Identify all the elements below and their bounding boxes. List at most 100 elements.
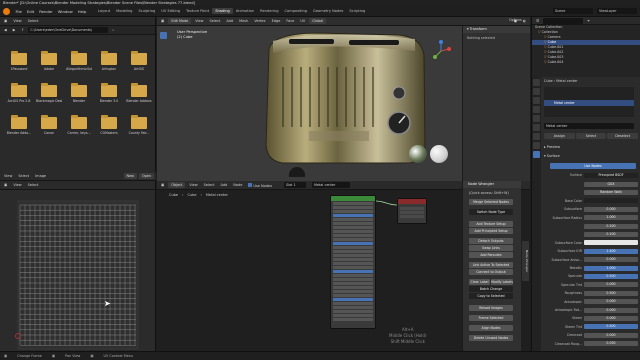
render-props-tab-icon[interactable] xyxy=(533,88,540,95)
tool-props-tab-icon[interactable] xyxy=(533,79,540,86)
grid-view-icon[interactable] xyxy=(437,90,444,97)
material-output-node[interactable] xyxy=(397,198,427,224)
node-socket-row[interactable] xyxy=(333,302,373,305)
select-button[interactable]: Select xyxy=(575,133,607,139)
node-socket-row[interactable] xyxy=(333,318,373,321)
node-socket-row[interactable] xyxy=(333,254,373,257)
uv-editor-type-icon[interactable]: ▣ xyxy=(2,183,9,187)
detach-outputs-button[interactable]: Detach Outputs xyxy=(469,238,513,244)
property-value-field[interactable]: Random Walk xyxy=(584,189,638,195)
add-principled-setup-button[interactable]: Add Principled Setup xyxy=(469,228,513,234)
node-socket-row[interactable] xyxy=(333,294,373,297)
assign-button[interactable]: Assign xyxy=(544,133,575,139)
folder-item[interactable]: ArtGIS xyxy=(126,51,152,75)
modifier-props-tab-icon[interactable] xyxy=(533,133,540,140)
shader-type-selector[interactable]: Object xyxy=(168,182,186,188)
property-value-field[interactable]: GGX xyxy=(584,181,638,187)
parent-dir-icon[interactable]: ↑ xyxy=(19,28,26,32)
transform-orientation-selector[interactable]: Global xyxy=(309,18,327,24)
workspace-texture-paint[interactable]: Texture Paint xyxy=(183,8,212,14)
node-socket-row[interactable] xyxy=(333,250,373,253)
vp-menu-face[interactable]: Face xyxy=(284,19,296,23)
workspace-rendering[interactable]: Rendering xyxy=(257,8,281,14)
workspace-geometry-nodes[interactable]: Geometry Nodes xyxy=(310,8,346,14)
uv-mesh-canvas[interactable] xyxy=(0,191,156,351)
spin-tool-icon[interactable] xyxy=(160,136,167,143)
annotate-tool-icon[interactable] xyxy=(160,72,167,79)
menu-help[interactable]: Help xyxy=(75,9,89,14)
property-value-field[interactable]: 0.000 xyxy=(584,315,638,321)
fb-menu-view[interactable]: View xyxy=(11,19,23,23)
delete-unused-nodes-button[interactable]: Delete Unused Nodes xyxy=(469,335,513,341)
modify-labels-button[interactable]: Modify Labels xyxy=(491,279,513,285)
uv-menu-view[interactable]: View xyxy=(11,183,23,187)
material-slot-list[interactable]: Metal center xyxy=(544,87,634,117)
property-value-field[interactable]: 0.000 xyxy=(584,282,638,288)
principled-bsdf-node[interactable] xyxy=(330,195,376,329)
node-wrangler-title[interactable]: Node Wrangler xyxy=(463,181,521,188)
switch-node-type-dropdown[interactable]: Switch Node Type xyxy=(469,209,513,215)
fb-footer-select[interactable]: Select xyxy=(16,174,31,178)
copy-to-selected-dropdown[interactable]: Copy to Selected xyxy=(469,293,513,299)
uv-menu-select[interactable]: Select xyxy=(26,183,41,187)
move-tool-icon[interactable] xyxy=(160,48,167,55)
zoom-icon[interactable] xyxy=(437,66,444,73)
ne-menu-add[interactable]: Add xyxy=(218,183,229,187)
node-socket-row[interactable] xyxy=(333,306,373,309)
node-socket-row[interactable] xyxy=(333,234,373,237)
select-tool-icon[interactable] xyxy=(160,32,167,39)
property-value-field[interactable]: 0.000 xyxy=(584,307,638,313)
folder-item[interactable]: Arlington xyxy=(96,51,122,75)
knife-tool-icon[interactable] xyxy=(160,120,167,127)
back-icon[interactable]: ◀ xyxy=(2,28,9,32)
node-socket-row[interactable] xyxy=(333,262,373,265)
bevel-tool-icon[interactable] xyxy=(160,104,167,111)
property-value-field[interactable]: 0.500 xyxy=(584,324,638,330)
property-value-field[interactable]: 0.200 xyxy=(584,223,638,229)
search-icon[interactable]: ⌕ xyxy=(110,28,116,32)
ne-menu-select[interactable]: Select xyxy=(202,183,217,187)
swap-links-button[interactable]: Swap Links xyxy=(469,245,513,251)
blender-logo-icon[interactable] xyxy=(3,7,10,15)
surface-section-header[interactable]: ▾ Surface xyxy=(544,154,560,158)
vp-menu-edge[interactable]: Edge xyxy=(270,19,283,23)
navigation-gizmo[interactable] xyxy=(429,39,453,63)
ne-menu-node[interactable]: Node xyxy=(231,183,244,187)
material-selector[interactable]: Metal center xyxy=(312,182,351,188)
node-socket-row[interactable] xyxy=(333,238,373,241)
extrude-tool-icon[interactable] xyxy=(160,88,167,95)
property-value-field[interactable]: 0.100 xyxy=(584,231,638,237)
outliner-item[interactable]: ▽ Cube.004 xyxy=(532,60,640,65)
menu-file[interactable]: File xyxy=(13,9,24,14)
preview-section-header[interactable]: ▸ Preview xyxy=(544,145,560,149)
property-value-field[interactable]: 0.000 xyxy=(584,257,638,263)
align-nodes-button[interactable]: Align Nodes xyxy=(469,325,513,331)
editor-type-icon[interactable]: ▣ xyxy=(2,19,9,23)
folder-item[interactable]: Blender Addo... xyxy=(6,115,32,139)
property-value-field[interactable]: 1.000 xyxy=(584,215,638,221)
camera-view-icon[interactable] xyxy=(437,82,444,89)
workspace-scripting[interactable]: Scripting xyxy=(346,8,368,14)
node-socket-row[interactable] xyxy=(333,222,373,225)
surface-shader-selector[interactable]: Principled BSDF xyxy=(584,172,638,178)
vp-menu-uv[interactable]: UV xyxy=(298,19,307,23)
fb-footer-image[interactable]: Image xyxy=(33,174,48,178)
node-socket-row[interactable] xyxy=(333,282,373,285)
frame-selected-button[interactable]: Frame Selected xyxy=(469,315,513,321)
node-socket-row[interactable] xyxy=(333,258,373,261)
folder-item[interactable]: County Fair... xyxy=(126,115,152,139)
node-socket-row[interactable] xyxy=(333,206,373,209)
material-slot-row[interactable]: Metal center xyxy=(544,100,634,106)
node-socket-row[interactable] xyxy=(333,246,373,249)
object-props-tab-icon[interactable] xyxy=(533,124,540,131)
node-socket-row[interactable] xyxy=(333,230,373,233)
path-field[interactable]: C:\Users\eder\OneDrive\Documents\ xyxy=(28,27,109,33)
use-nodes-checkbox[interactable]: Use Nodes xyxy=(246,182,274,188)
node-socket-row[interactable] xyxy=(333,298,373,301)
workspace-animation[interactable]: Animation xyxy=(233,8,257,14)
loopcut-tool-icon[interactable] xyxy=(160,112,167,119)
property-value-field[interactable]: 0.000 xyxy=(584,299,638,305)
folder-item[interactable]: Carrier, keys... xyxy=(66,115,92,139)
folder-item[interactable]: 1Password xyxy=(6,51,32,75)
vp-menu-vertex[interactable]: Vertex xyxy=(252,19,267,23)
